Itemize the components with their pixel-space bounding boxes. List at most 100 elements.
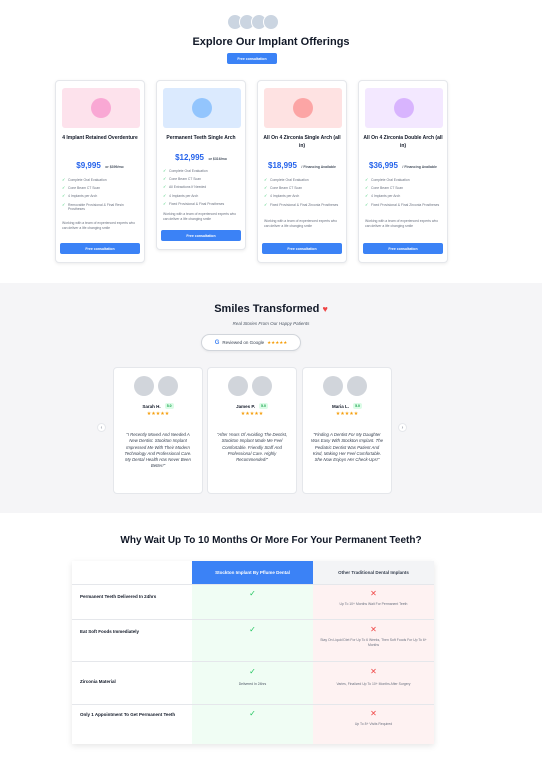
check-icon: ✓ — [163, 192, 167, 198]
testimonials-title: Smiles Transformed ♥ — [214, 303, 328, 315]
offering-image — [62, 88, 140, 128]
column-header-other: Other Traditional Dental Implants — [313, 561, 434, 584]
free-consultation-button[interactable]: Free consultation — [363, 243, 443, 254]
rating-badge: 5.0 — [353, 403, 362, 409]
comparison-section: Why Wait Up To 10 Months Or More For You… — [0, 513, 542, 764]
avatar — [347, 376, 367, 396]
feature-item: ✓ Cone Beam CT Scan — [264, 185, 302, 191]
offering-card: Permanent Teeth Single Arch $12,995 or $… — [156, 80, 246, 250]
check-icon: ✓ — [163, 200, 167, 206]
check-icon: ✓ — [163, 184, 167, 190]
reviewer-name: James P. — [236, 403, 256, 409]
offering-card: All On 4 Zirconia Double Arch (all in) $… — [358, 80, 448, 263]
feature-item: ✓ Cone Beam CT Scan — [163, 176, 201, 182]
check-icon: ✓ — [163, 168, 167, 173]
review-card: James P. 5.0 ★★★★★ "After Years Of Avoidi… — [207, 367, 297, 494]
review-quote: "Finding A Dentist For My Daughter Was E… — [311, 432, 384, 463]
offering-title: All On 4 Zirconia Double Arch (all in) — [363, 135, 443, 149]
check-icon: ✓ — [365, 177, 369, 182]
offering-card: All On 4 Zirconia Single Arch (all in) $… — [257, 80, 347, 263]
feature-item: ✓ 4 Implants per Arch — [264, 193, 300, 199]
table-row: Eat Soft Foods Immediately ✓ ✕ Stay On Li… — [72, 619, 434, 661]
testimonials-section: Smiles Transformed ♥ Real Stories From O… — [0, 283, 542, 513]
other-detail: Up To 8+ Visits Required — [354, 722, 393, 726]
other-detail: Up To 10+ Months Wait For Permanent Teet… — [339, 602, 408, 606]
feature-item: ✓ Cone Beam CT Scan — [365, 185, 403, 191]
column-header-ours: Stockton Implant By Pflume Dental — [192, 561, 313, 584]
star-rating: ★★★★★ — [267, 339, 288, 345]
feature-item: ✓ 4 Implants per Arch — [365, 193, 401, 199]
offerings-title: Explore Our Implant Offerings — [192, 36, 350, 48]
check-icon: ✓ — [62, 177, 66, 182]
row-label: Only 1 Appointment To Get Permanent Teet… — [72, 705, 192, 744]
avatar-group — [227, 14, 279, 30]
check-icon: ✓ — [365, 185, 369, 191]
offerings-section: Explore Our Implant Offerings Free consu… — [0, 0, 542, 283]
free-consultation-button[interactable]: Free consultation — [262, 243, 342, 254]
google-review-label: Reviewed on Google — [222, 340, 265, 345]
feature-list: ✓ Complete Oral Evaluation ✓ Cone Beam CT … — [264, 177, 342, 211]
feature-list: ✓ Complete Oral Evaluation ✓ Cone Beam CT … — [163, 168, 241, 210]
offering-note: Working with a team of experienced exper… — [264, 219, 338, 228]
table-header-empty — [72, 561, 192, 584]
ours-detail: Delivered In 24hrs — [238, 682, 267, 686]
next-arrow-icon[interactable]: › — [398, 423, 407, 432]
free-consultation-button[interactable]: Free consultation — [227, 53, 277, 64]
check-icon: ✓ — [62, 193, 66, 199]
offering-title: 4 Implant Retained Overdenture — [62, 135, 138, 141]
feature-item: ✓ Fixed Provisional & Final Prostheses — [163, 200, 225, 206]
free-consultation-button[interactable]: Free consultation — [161, 230, 241, 241]
feature-item: ✓ 4 Implants per Arch — [163, 192, 199, 198]
check-icon: ✓ — [264, 185, 268, 191]
review-quote: "I Recently Moved And Needed A New Denti… — [124, 432, 192, 469]
cross-icon: ✕ — [370, 667, 377, 676]
avatar — [252, 376, 272, 396]
review-card: Sarah H. 5.0 ★★★★★ "I Recently Moved And … — [113, 367, 203, 494]
row-label: Eat Soft Foods Immediately — [72, 620, 192, 661]
other-detail: Stay On Liquid Diet For Up To 6 Weeks, T… — [320, 638, 427, 647]
google-review-badge[interactable]: G Reviewed on Google ★★★★★ — [201, 334, 301, 351]
comparison-table: Stockton Implant By Pflume Dental Other … — [72, 561, 434, 744]
check-icon: ✓ — [365, 201, 369, 207]
avatar — [134, 376, 154, 396]
check-icon: ✓ — [249, 709, 256, 718]
check-icon: ✓ — [249, 589, 256, 598]
offering-image — [264, 88, 342, 128]
other-detail: Varies, Finalized Up To 10+ Months After… — [336, 682, 411, 686]
feature-list: ✓ Complete Oral Evaluation ✓ Cone Beam CT … — [365, 177, 443, 211]
feature-item: ✓ All Extractions If Needed — [163, 184, 207, 190]
offering-card: 4 Implant Retained Overdenture $9,995 or… — [55, 80, 145, 263]
cross-icon: ✕ — [370, 589, 377, 598]
heart-icon: ♥ — [322, 304, 328, 314]
check-icon: ✓ — [249, 667, 256, 676]
feature-item: ✓ Cone Beam CT Scan — [62, 185, 100, 191]
avatar — [263, 14, 279, 30]
check-icon: ✓ — [249, 625, 256, 634]
feature-item: ✓ Complete Oral Evaluation — [264, 177, 309, 182]
cross-icon: ✕ — [370, 625, 377, 634]
row-label: Permanent Teeth Delivered In 24hrs — [72, 585, 192, 619]
comparison-title: Why Wait Up To 10 Months Or More For You… — [120, 535, 422, 546]
offering-price: $9,995 or $399/mo — [76, 161, 124, 170]
google-icon: G — [214, 339, 220, 346]
offering-image — [365, 88, 443, 128]
star-rating: ★★★★★ — [240, 411, 264, 417]
rating-badge: 5.0 — [164, 403, 174, 409]
avatar — [228, 376, 248, 396]
offering-note: Working with a team of experienced exper… — [365, 219, 439, 228]
check-icon: ✓ — [62, 201, 66, 207]
offering-price: $36,995 / Financing Available — [369, 161, 437, 170]
check-icon: ✓ — [264, 177, 268, 182]
free-consultation-button[interactable]: Free consultation — [60, 243, 140, 254]
check-icon: ✓ — [264, 193, 268, 199]
offering-note: Working with a team of experienced exper… — [62, 221, 136, 230]
feature-item: ✓ Complete Oral Evaluation — [62, 177, 107, 182]
offering-price: $12,995 or $316/mo — [175, 153, 227, 162]
testimonials-subtitle: Real Stories From Our Happy Patients — [232, 321, 310, 326]
table-row: Zirconia Material ✓ Delivered In 24hrs ✕ V… — [72, 661, 434, 704]
check-icon: ✓ — [62, 185, 66, 191]
review-card: Maria L. 5.0 ★★★★★ "Finding A Dentist For… — [302, 367, 392, 494]
feature-item: ✓ Fixed Provisional & Final Zirconia Pros… — [365, 201, 440, 207]
previous-arrow-icon[interactable]: ‹ — [97, 423, 106, 432]
table-row: Permanent Teeth Delivered In 24hrs ✓ ✕ Up… — [72, 584, 434, 619]
